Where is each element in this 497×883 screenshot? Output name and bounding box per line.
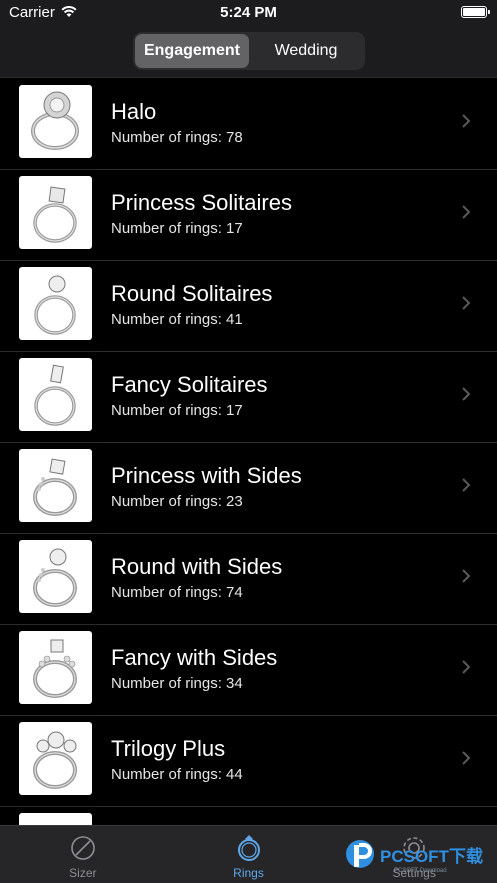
status-time: 5:24 PM	[220, 4, 277, 21]
chevron-right-icon	[462, 387, 471, 401]
ring-thumbnail	[19, 722, 92, 795]
tab-label: Sizer	[69, 866, 97, 880]
watermark-text: PCSOFT下载	[380, 846, 483, 866]
list-item[interactable]: Princess with Sides Number of rings: 23	[0, 443, 497, 534]
battery-icon	[461, 6, 490, 18]
ring-thumbnail	[19, 176, 92, 249]
sizer-icon	[71, 836, 95, 860]
ring-thumbnail	[19, 85, 92, 158]
chevron-right-icon	[462, 569, 471, 583]
ring-category-title: Halo	[111, 99, 157, 124]
list-item[interactable]: Princess Solitaires Number of rings: 17	[0, 170, 497, 261]
list-item[interactable]: Round Solitaires Number of rings: 41	[0, 261, 497, 352]
watermark-logo: PCSOFT下载 PCSOFT Download	[346, 840, 483, 874]
watermark-subtext: PCSOFT Download	[394, 868, 447, 874]
chevron-right-icon	[462, 751, 471, 765]
segment-wedding[interactable]: Wedding	[249, 34, 363, 68]
ring-thumbnail	[19, 358, 92, 431]
ring-category-title: Fancy Solitaires	[111, 372, 268, 397]
list-item-partial[interactable]	[0, 807, 497, 825]
ring-thumbnail	[19, 267, 92, 340]
status-bar: Carrier 5:24 PM	[0, 0, 497, 26]
ring-count: Number of rings: 41	[111, 311, 243, 328]
navigation-bar: Engagement Wedding	[0, 26, 497, 78]
ring-category-title: Fancy with Sides	[111, 645, 278, 670]
segment-engagement[interactable]: Engagement	[135, 34, 249, 68]
ring-thumbnail	[19, 813, 92, 825]
list-item[interactable]: Trilogy Plus Number of rings: 44	[0, 716, 497, 807]
ring-thumbnail	[19, 540, 92, 613]
ring-category-title: Princess with Sides	[111, 463, 302, 488]
ring-icon	[237, 835, 260, 861]
category-segmented-control: Engagement Wedding	[133, 32, 365, 70]
ring-count: Number of rings: 34	[111, 675, 243, 692]
ring-category-title: Trilogy Plus	[111, 736, 226, 761]
chevron-right-icon	[462, 205, 471, 219]
list-item[interactable]: Halo Number of rings: 78	[0, 79, 497, 170]
list-item[interactable]: Round with Sides Number of rings: 74	[0, 534, 497, 625]
chevron-right-icon	[462, 478, 471, 492]
list-item[interactable]: Fancy Solitaires Number of rings: 17	[0, 352, 497, 443]
ring-count: Number of rings: 17	[111, 402, 243, 419]
ring-category-title: Round with Sides	[111, 554, 283, 579]
chevron-right-icon	[462, 114, 471, 128]
ring-count: Number of rings: 23	[111, 493, 243, 510]
tab-sizer[interactable]: Sizer	[0, 826, 166, 883]
ring-thumbnail	[19, 631, 92, 704]
chevron-right-icon	[462, 660, 471, 674]
chevron-right-icon	[462, 296, 471, 310]
ring-category-title: Princess Solitaires	[111, 190, 292, 215]
tab-rings[interactable]: Rings	[166, 826, 332, 883]
ring-count: Number of rings: 44	[111, 766, 243, 783]
ring-count: Number of rings: 78	[111, 129, 243, 146]
ring-thumbnail	[19, 449, 92, 522]
list-item[interactable]: Fancy with Sides Number of rings: 34	[0, 625, 497, 716]
ring-count: Number of rings: 74	[111, 584, 243, 601]
ring-count: Number of rings: 17	[111, 220, 243, 237]
ring-category-list[interactable]: Halo Number of rings: 78 Princess Solita…	[0, 79, 497, 825]
tab-label: Rings	[233, 866, 264, 880]
ring-category-title: Round Solitaires	[111, 281, 273, 306]
